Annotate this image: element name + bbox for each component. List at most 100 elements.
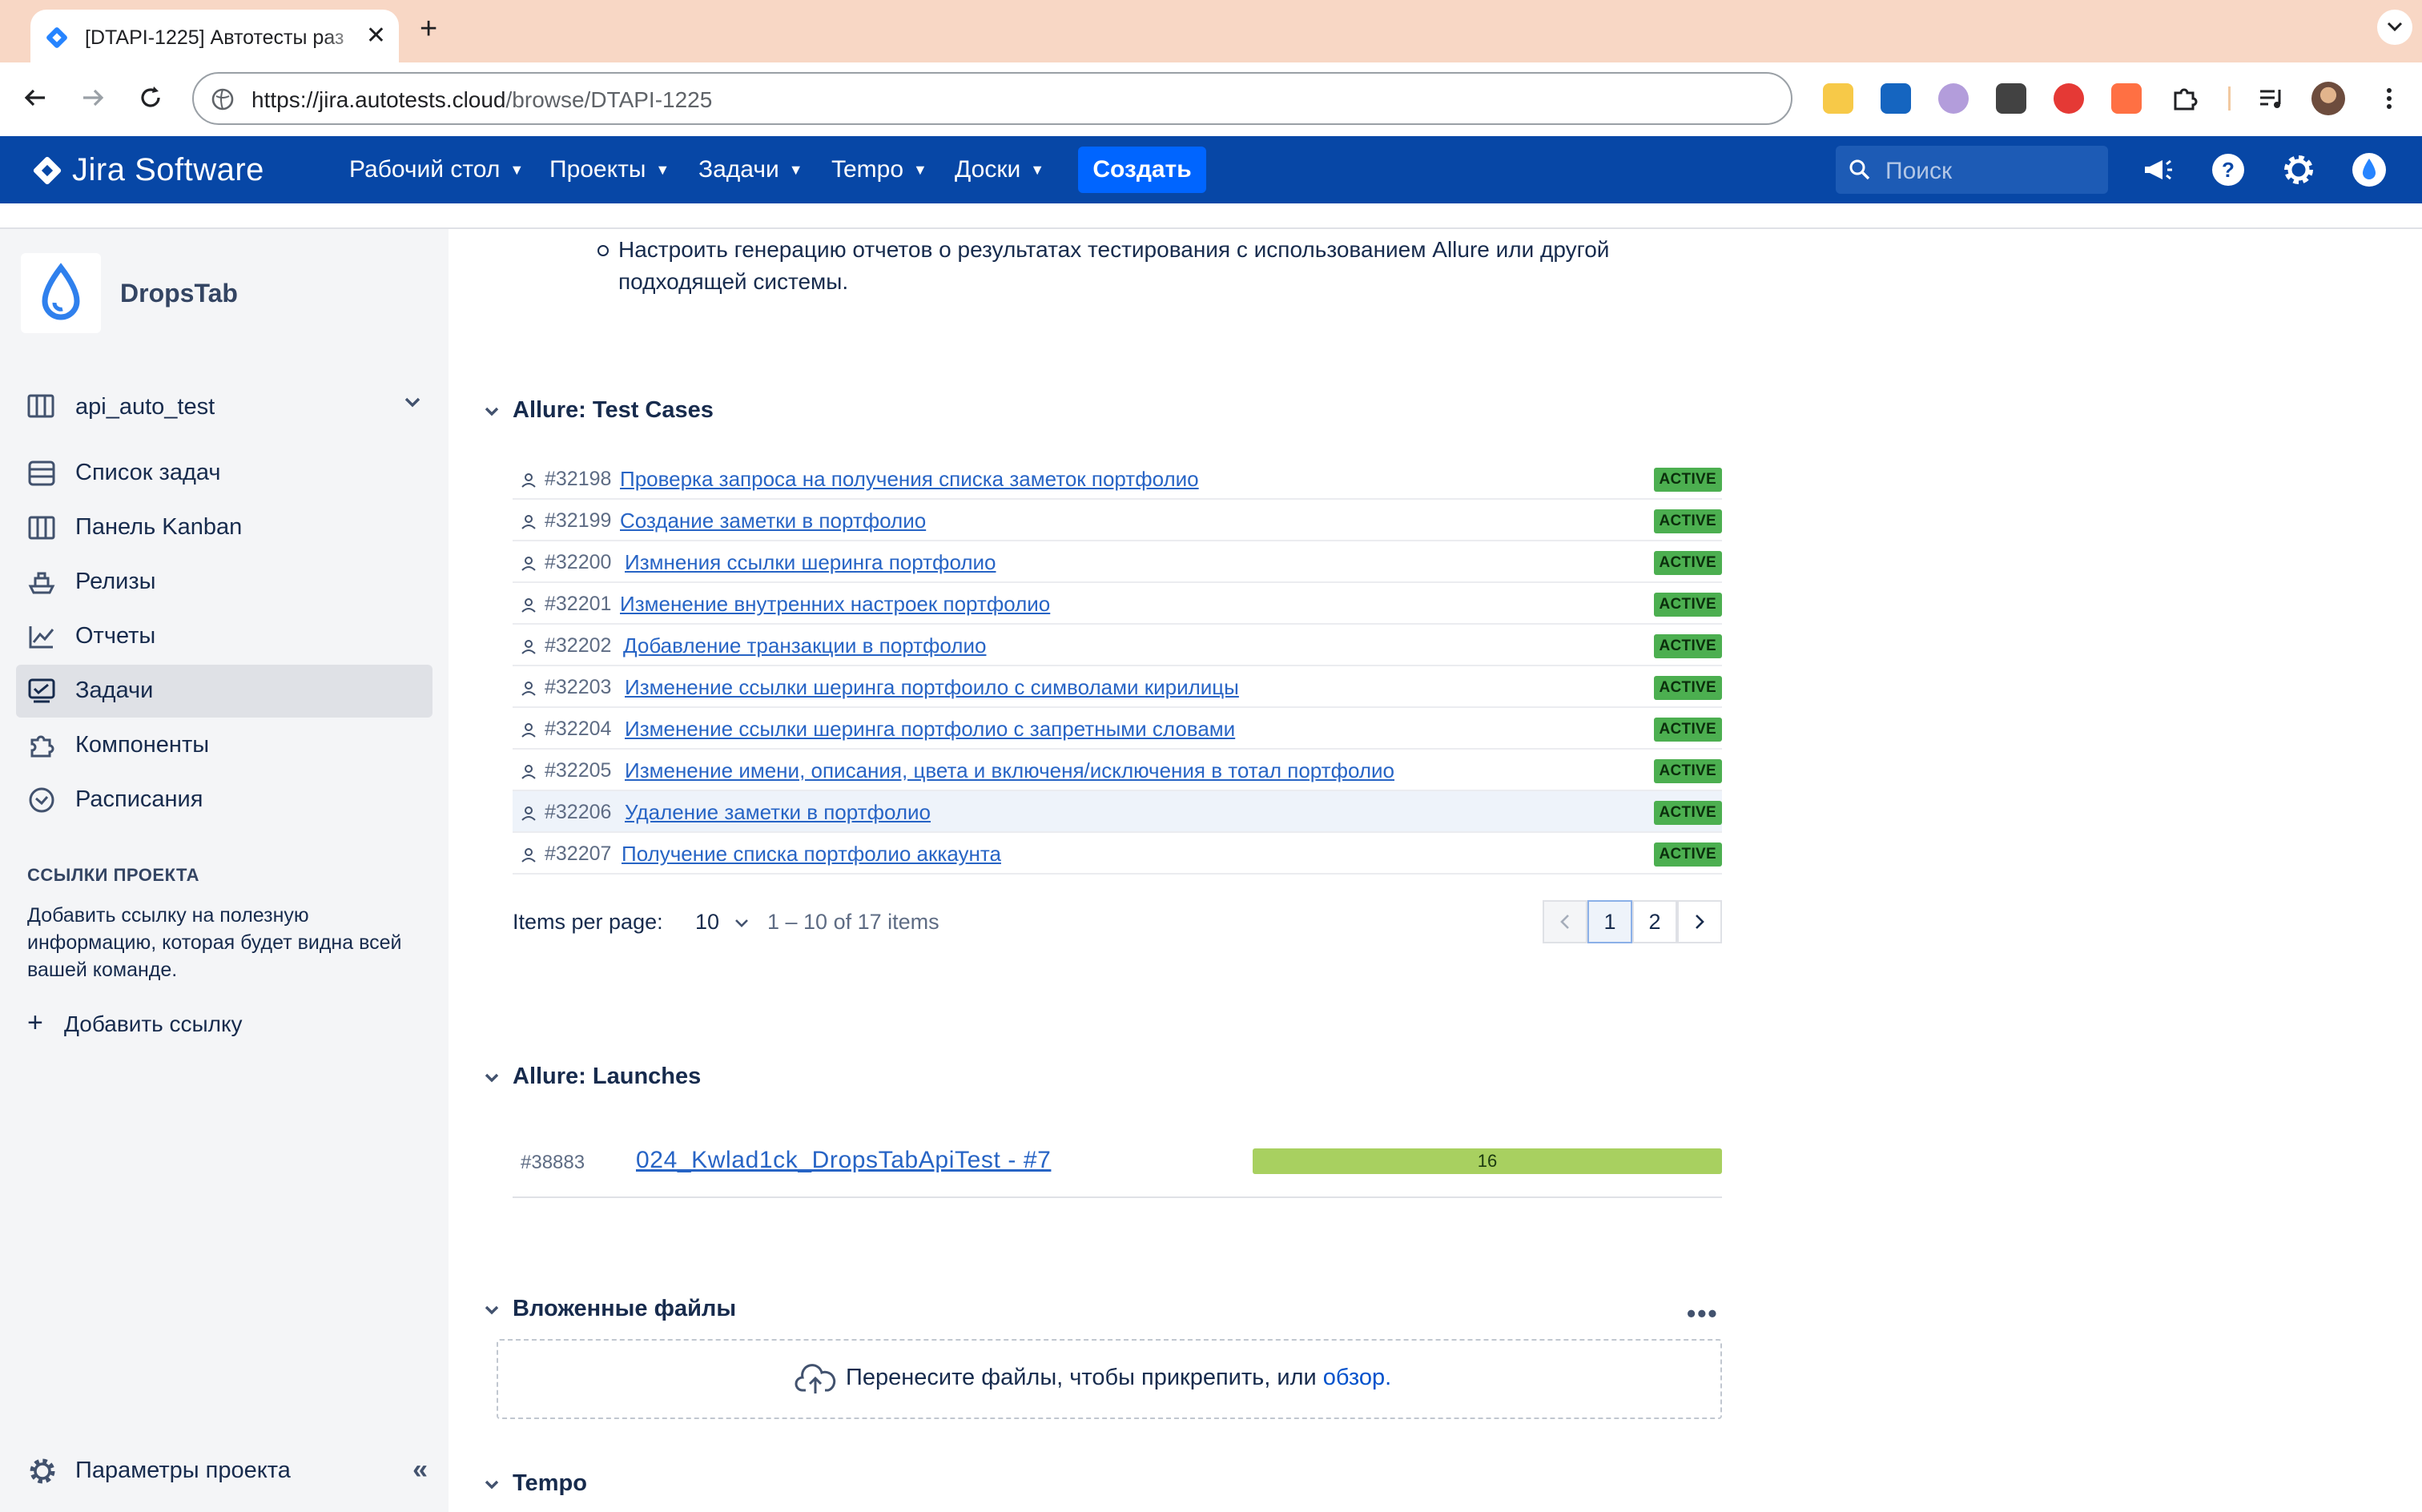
prev-page-button[interactable]	[1543, 900, 1587, 943]
table-row[interactable]: #32205 Изменение имени, описания, цвета …	[513, 750, 1722, 791]
sidebar-item-kanban[interactable]: Панель Kanban	[16, 501, 432, 554]
page-button-1[interactable]: 1	[1587, 900, 1632, 943]
file-dropzone[interactable]: Перенесите файлы, чтобы прикрепить, или …	[497, 1339, 1722, 1419]
table-row[interactable]: #32204 Изменение ссылки шеринга портфоли…	[513, 708, 1722, 750]
table-row[interactable]: #32201 Изменение внутренних настроек пор…	[513, 583, 1722, 625]
test-case-link[interactable]: Добавление транзакции в портфолио	[623, 633, 986, 658]
forward-arrow-icon[interactable]	[77, 82, 109, 114]
gear-icon	[30, 1458, 55, 1484]
puzzle-icon	[30, 735, 54, 758]
project-name[interactable]: DropsTab	[120, 279, 238, 308]
sidebar-item-schedules[interactable]: Расписания	[16, 774, 432, 826]
table-row[interactable]: #32202 Добавление транзакции в портфолио…	[513, 625, 1722, 666]
chevron-down-icon: ▼	[788, 161, 803, 178]
project-settings-link[interactable]: Параметры проекта «	[27, 1451, 428, 1491]
status-badge: ACTIVE	[1653, 842, 1722, 867]
address-bar[interactable]: https://jira.autotests.cloud/browse/DTAP…	[192, 72, 1792, 125]
items-range-text: 1 – 10 of 17 items	[767, 910, 939, 934]
help-icon[interactable]: ?	[2211, 152, 2246, 187]
launch-link[interactable]: 024_Kwlad1ck_DropsTabApiTest - #7	[636, 1147, 1051, 1174]
test-case-link[interactable]: Удаление заметки в портфолио	[625, 800, 931, 825]
nav-tempo[interactable]: Tempo ▼	[831, 136, 927, 203]
status-badge: ACTIVE	[1653, 718, 1722, 742]
chevron-down-icon	[404, 397, 420, 408]
test-case-id: #32199	[545, 509, 612, 532]
sidebar-item-issues[interactable]: Задачи	[16, 665, 432, 718]
test-case-link[interactable]: Измнения ссылки шеринга портфолио	[625, 550, 996, 575]
launch-row[interactable]: #38883 024_Kwlad1ck_DropsTabApiTest - #7…	[513, 1140, 1722, 1198]
nav-boards[interactable]: Доски ▼	[955, 136, 1044, 203]
jira-favicon-icon	[46, 27, 67, 48]
more-options-icon[interactable]: •••	[1687, 1299, 1719, 1329]
sidebar-item-components[interactable]: Компоненты	[16, 719, 432, 772]
chevron-down-icon: ▼	[913, 161, 927, 178]
next-page-button[interactable]	[1677, 900, 1722, 943]
browser-menu-icon[interactable]	[2374, 83, 2404, 114]
sidebar-item-reports[interactable]: Отчеты	[16, 610, 432, 663]
tab-search-button[interactable]	[2377, 10, 2412, 45]
test-case-id: #32200	[545, 551, 612, 573]
create-button[interactable]: Создать	[1078, 147, 1206, 193]
chevron-left-icon	[1560, 915, 1569, 929]
table-row[interactable]: #32199 Создание заметки в портфолио ACTI…	[513, 500, 1722, 541]
site-info-icon[interactable]	[210, 86, 235, 112]
nav-dashboard[interactable]: Рабочий стол ▼	[349, 136, 524, 203]
table-row[interactable]: #32200 Измнения ссылки шеринга портфолио…	[513, 541, 1722, 583]
media-icon[interactable]	[2255, 83, 2286, 114]
section-title: Tempo	[513, 1470, 587, 1496]
board-selector[interactable]: api_auto_test	[27, 389, 428, 424]
nav-issues[interactable]: Задачи ▼	[698, 136, 803, 203]
table-row[interactable]: #32207 Получение списка портфолио аккаун…	[513, 833, 1722, 875]
chevron-down-icon[interactable]	[481, 400, 503, 423]
back-arrow-icon[interactable]	[19, 82, 51, 114]
test-case-link[interactable]: Изменение ссылки шеринга портфоило с сим…	[625, 675, 1239, 700]
test-case-link[interactable]: Изменение внутренних настроек портфолио	[620, 592, 1050, 617]
selenium-ext-icon[interactable]	[1996, 83, 2026, 114]
chevron-down-icon[interactable]	[481, 1299, 503, 1321]
search-input[interactable]: Поиск	[1836, 146, 2108, 194]
person-icon	[521, 557, 536, 571]
sidebar-item-backlog[interactable]: Список задач	[16, 447, 432, 500]
chevron-down-icon[interactable]	[481, 1474, 503, 1496]
test-case-link[interactable]: Создание заметки в портфолио	[620, 509, 926, 533]
collapse-sidebar-icon[interactable]: «	[412, 1454, 428, 1486]
table-row[interactable]: #32198 Проверка запроса на получения спи…	[513, 458, 1722, 500]
tab-close-icon[interactable]: ✕	[366, 24, 386, 48]
nav-projects[interactable]: Проекты ▼	[549, 136, 670, 203]
announcement-icon[interactable]	[2140, 152, 2175, 187]
user-avatar-icon[interactable]	[2352, 152, 2387, 187]
test-case-link[interactable]: Проверка запроса на получения списка зам…	[620, 467, 1199, 492]
browser-tab[interactable]: [DTAPI-1225] Автотесты раз ✕	[30, 10, 399, 62]
gear-icon[interactable]	[2281, 152, 2316, 187]
reload-icon[interactable]	[135, 82, 167, 114]
jira-logo[interactable]: Jira Software	[30, 152, 264, 188]
bookmark-ext-icon[interactable]	[1881, 83, 1911, 114]
test-case-link[interactable]: Получение списка портфолио аккаунта	[622, 842, 1001, 867]
puzzle-icon[interactable]	[2169, 83, 2199, 114]
pencil-ext-icon[interactable]	[1823, 83, 1853, 114]
project-avatar[interactable]	[21, 253, 101, 333]
test-case-link[interactable]: Изменение имени, описания, цвета и включ…	[625, 758, 1394, 783]
test-case-id: #32204	[545, 718, 612, 740]
page-button-2[interactable]: 2	[1632, 900, 1677, 943]
robot-ext-icon[interactable]	[2111, 83, 2142, 114]
test-case-link[interactable]: Изменение ссылки шеринга портфолио с зап…	[625, 717, 1235, 742]
chevron-down-icon: ▼	[509, 161, 525, 178]
browse-link[interactable]: обзор	[1323, 1365, 1385, 1390]
status-badge: ACTIVE	[1653, 676, 1722, 700]
search-placeholder: Поиск	[1885, 158, 1953, 184]
issues-icon	[28, 678, 55, 703]
strawberry-ext-icon[interactable]	[2054, 83, 2084, 114]
section-title: Вложенные файлы	[513, 1296, 737, 1321]
table-row[interactable]: #32203 Изменение ссылки шеринга портфоил…	[513, 666, 1722, 708]
test-case-id: #32203	[545, 676, 612, 698]
status-badge: ACTIVE	[1653, 801, 1722, 825]
cloud-ext-icon[interactable]	[1938, 83, 1969, 114]
items-per-page-select[interactable]: 10	[695, 910, 750, 935]
table-row[interactable]: #32206 Удаление заметки в портфолио ACTI…	[513, 791, 1722, 833]
add-link-button[interactable]: + Добавить ссылку	[27, 1007, 243, 1039]
sidebar-item-releases[interactable]: Релизы	[16, 556, 432, 609]
profile-avatar[interactable]	[2311, 82, 2345, 115]
new-tab-icon[interactable]: +	[420, 13, 437, 45]
chevron-down-icon[interactable]	[481, 1067, 503, 1089]
